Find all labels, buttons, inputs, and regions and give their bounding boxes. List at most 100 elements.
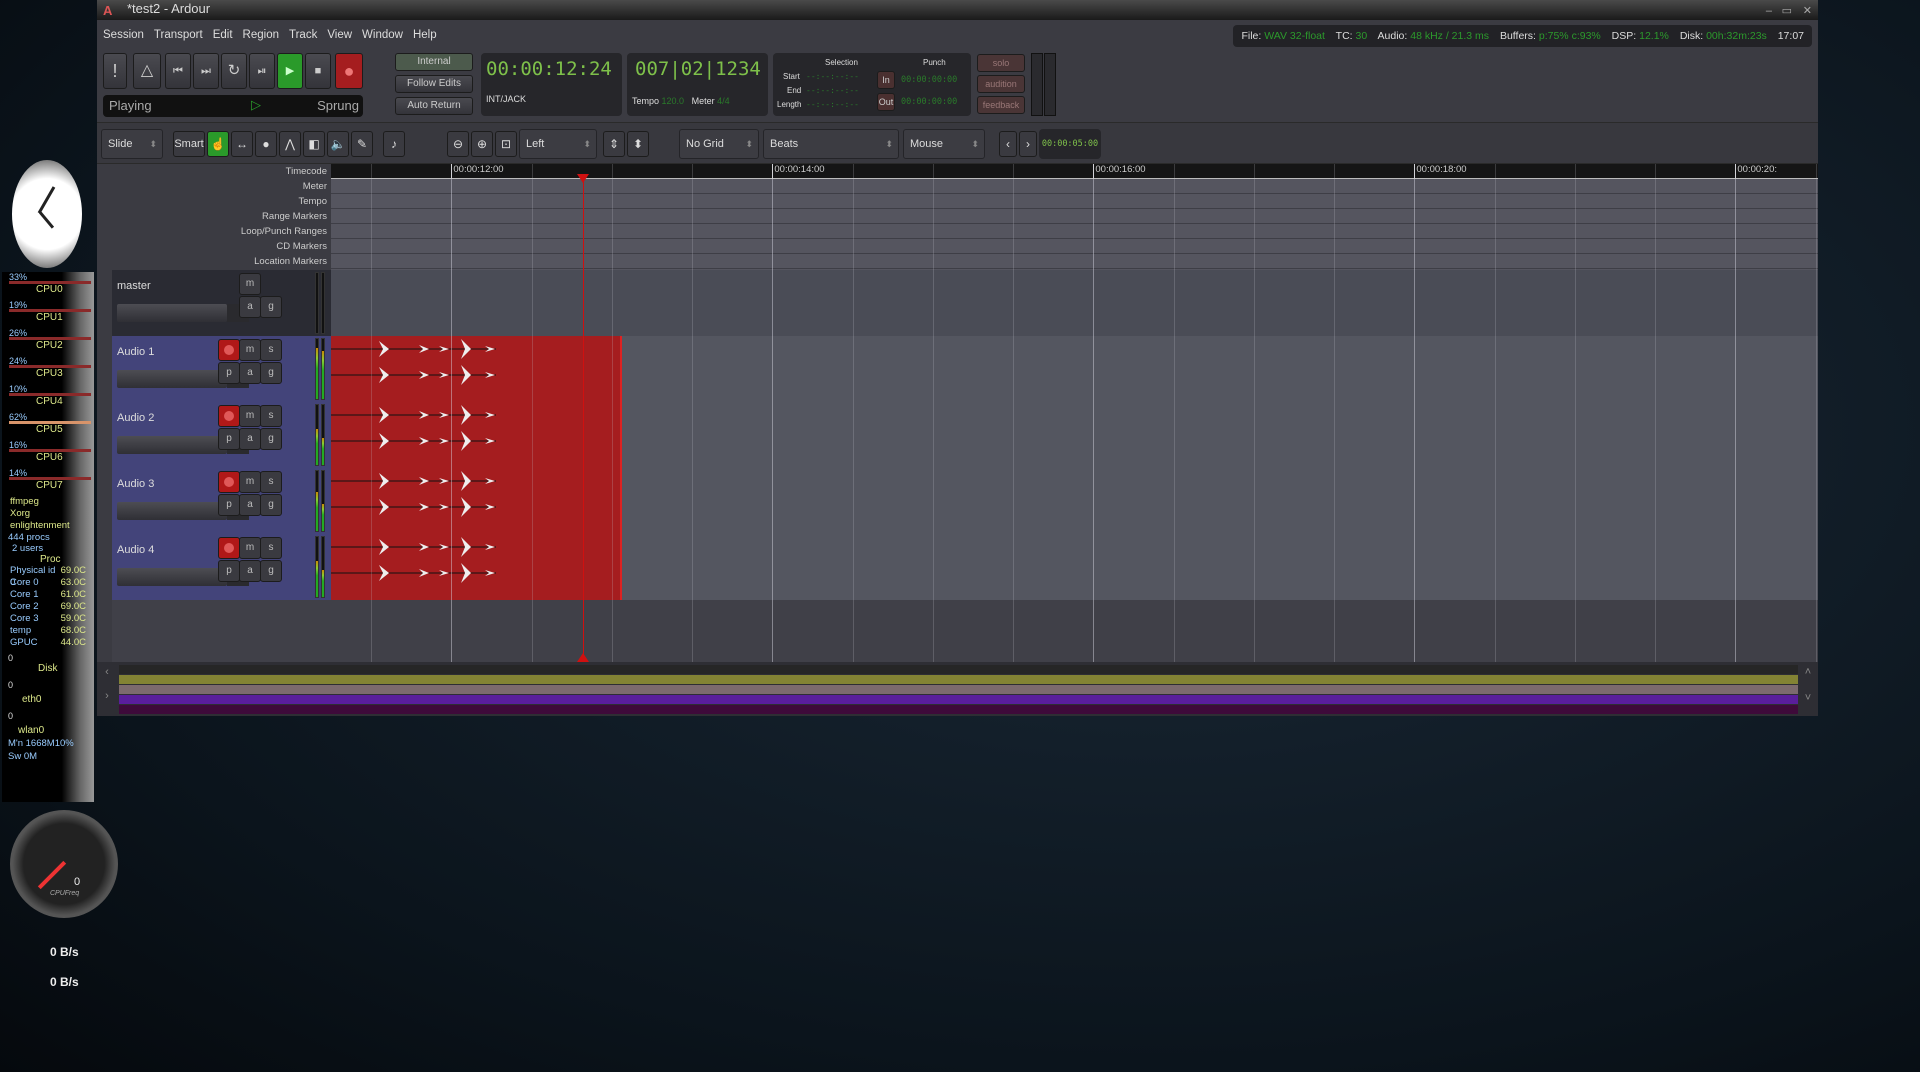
record-arm-button[interactable] bbox=[218, 405, 240, 427]
record-arm-button[interactable] bbox=[218, 537, 240, 559]
audition-indicator-button[interactable]: audition bbox=[977, 75, 1025, 93]
gain-fader[interactable] bbox=[117, 370, 249, 388]
track-header[interactable]: master m a g bbox=[112, 270, 331, 336]
audio-region[interactable] bbox=[331, 534, 622, 600]
loop-button[interactable]: ↻ bbox=[221, 53, 247, 89]
draw-tool-icon[interactable]: ⋀ bbox=[279, 131, 301, 157]
menu-window[interactable]: Window bbox=[362, 24, 403, 46]
s-button[interactable]: s bbox=[260, 405, 282, 427]
play-selection-button[interactable]: ⏯ bbox=[249, 53, 275, 89]
gain-fader[interactable] bbox=[117, 436, 249, 454]
punch-in-time[interactable]: 00:00:00:00 bbox=[901, 75, 957, 85]
ruler-meter[interactable] bbox=[331, 179, 1818, 194]
g-button[interactable]: g bbox=[260, 428, 282, 450]
midi-note-icon[interactable]: ♪ bbox=[383, 131, 405, 157]
track-lane[interactable] bbox=[331, 402, 1818, 468]
zoom-out-icon[interactable]: ⊖ bbox=[447, 131, 469, 157]
a-button[interactable]: a bbox=[239, 296, 261, 318]
nudge-clock[interactable]: 00:00:05:00 bbox=[1039, 129, 1101, 159]
expand-tracks-icon[interactable]: ⬍ bbox=[627, 131, 649, 157]
audio-region[interactable] bbox=[331, 402, 622, 468]
shrink-tracks-icon[interactable]: ⇕ bbox=[603, 131, 625, 157]
track-lane[interactable] bbox=[331, 534, 1818, 600]
grid-type-select[interactable]: Beats bbox=[763, 129, 899, 159]
sprung-label[interactable]: Sprung bbox=[317, 98, 359, 113]
g-button[interactable]: g bbox=[260, 560, 282, 582]
metronome-button[interactable]: △ bbox=[133, 53, 161, 89]
a-button[interactable]: a bbox=[239, 494, 261, 516]
gain-fader[interactable] bbox=[117, 304, 249, 322]
track-audio-1[interactable]: Audio 1 mspag bbox=[112, 336, 1818, 402]
menu-edit[interactable]: Edit bbox=[213, 24, 233, 46]
record-button[interactable]: ● bbox=[335, 53, 363, 89]
p-button[interactable]: p bbox=[218, 428, 240, 450]
scroll-down-icon[interactable]: ˅ bbox=[1800, 692, 1816, 704]
m-button[interactable]: m bbox=[239, 471, 261, 493]
timeline-rulers[interactable]: 00:00:12:00 00:00:14:00 00:00:16:00 00:00:1… bbox=[331, 164, 1818, 270]
grab-tool-icon[interactable]: ☝ bbox=[207, 131, 229, 157]
feedback-indicator-button[interactable]: feedback bbox=[977, 96, 1025, 114]
ruler-cd-markers[interactable] bbox=[331, 239, 1818, 254]
audio-region[interactable] bbox=[331, 468, 622, 534]
a-button[interactable]: a bbox=[239, 428, 261, 450]
menu-region[interactable]: Region bbox=[243, 24, 279, 46]
s-button[interactable]: s bbox=[260, 471, 282, 493]
scroll-up-icon[interactable]: ˄ bbox=[1800, 666, 1816, 678]
punch-out-time[interactable]: 00:00:00:00 bbox=[901, 97, 957, 107]
menu-transport[interactable]: Transport bbox=[154, 24, 203, 46]
ruler-loop-punch-ranges[interactable] bbox=[331, 224, 1818, 239]
primary-clock[interactable]: 00:00:12:24 INT/JACK bbox=[481, 53, 622, 116]
solo-indicator-button[interactable]: solo bbox=[977, 54, 1025, 72]
error-log-icon[interactable]: ! bbox=[103, 53, 127, 89]
track-canvas[interactable]: master m a g Audio 1 m s p a g Audio 2 m s p a g Audio 3… bbox=[112, 270, 1818, 662]
track-audio-3[interactable]: Audio 3 mspag bbox=[112, 468, 1818, 534]
ruler-range-markers[interactable] bbox=[331, 209, 1818, 224]
track-header[interactable]: Audio 4 mspag bbox=[112, 534, 331, 600]
goto-end-button[interactable]: ⏭ bbox=[193, 53, 219, 89]
record-arm-button[interactable] bbox=[218, 471, 240, 493]
ruler-location-markers[interactable] bbox=[331, 254, 1818, 269]
pencil-tool-icon[interactable]: ✎ bbox=[351, 131, 373, 157]
track-lane[interactable] bbox=[331, 336, 1818, 402]
gain-fader[interactable] bbox=[117, 568, 249, 586]
record-arm-button[interactable] bbox=[218, 339, 240, 361]
sync-source-button[interactable]: Internal bbox=[395, 53, 473, 71]
nudge-forward-icon[interactable]: › bbox=[1019, 131, 1037, 157]
edit-mode-select[interactable]: Slide bbox=[101, 129, 163, 159]
selection-length[interactable]: --:--:--:-- bbox=[806, 100, 859, 109]
close-button[interactable]: ✕ bbox=[1803, 2, 1812, 20]
playhead-top-marker-icon[interactable] bbox=[576, 174, 589, 183]
title-bar[interactable]: A *test2 - Ardour ‒ ▭ ✕ bbox=[97, 0, 1818, 20]
track-header[interactable]: Audio 3 mspag bbox=[112, 468, 331, 534]
a-button[interactable]: a bbox=[239, 362, 261, 384]
ruler-tempo[interactable] bbox=[331, 194, 1818, 209]
audio-region[interactable] bbox=[331, 336, 622, 402]
track-name[interactable]: Audio 4 bbox=[117, 544, 154, 556]
m-button[interactable]: m bbox=[239, 405, 261, 427]
track-audio-4[interactable]: Audio 4 mspag bbox=[112, 534, 1818, 600]
track-header[interactable]: Audio 2 mspag bbox=[112, 402, 331, 468]
g-button[interactable]: g bbox=[260, 296, 282, 318]
p-button[interactable]: p bbox=[218, 494, 240, 516]
secondary-clock[interactable]: 007|02|1234 Tempo 120.0 Meter 4/4 bbox=[627, 53, 768, 116]
grid-mode-select[interactable]: No Grid bbox=[679, 129, 759, 159]
m-button[interactable]: m bbox=[239, 273, 261, 295]
m-button[interactable]: m bbox=[239, 537, 261, 559]
punch-out-button[interactable]: Out bbox=[877, 93, 895, 111]
s-button[interactable]: s bbox=[260, 537, 282, 559]
auto-return-button[interactable]: Auto Return bbox=[395, 97, 473, 115]
scroll-right-icon[interactable]: › bbox=[99, 690, 115, 712]
p-button[interactable]: p bbox=[218, 560, 240, 582]
playhead-bottom-marker-icon[interactable] bbox=[576, 653, 589, 662]
stop-button[interactable]: ■ bbox=[305, 53, 331, 89]
goto-start-button[interactable]: ⏮ bbox=[165, 53, 191, 89]
punch-in-button[interactable]: In bbox=[877, 71, 895, 89]
cut-tool-icon[interactable]: ● bbox=[255, 131, 277, 157]
track-lane[interactable] bbox=[331, 468, 1818, 534]
track-name[interactable]: Audio 1 bbox=[117, 346, 154, 358]
nudge-back-icon[interactable]: ‹ bbox=[999, 131, 1017, 157]
selection-end[interactable]: --:--:--:-- bbox=[806, 86, 859, 95]
menu-view[interactable]: View bbox=[327, 24, 352, 46]
track-lane[interactable] bbox=[331, 270, 1818, 336]
p-button[interactable]: p bbox=[218, 362, 240, 384]
